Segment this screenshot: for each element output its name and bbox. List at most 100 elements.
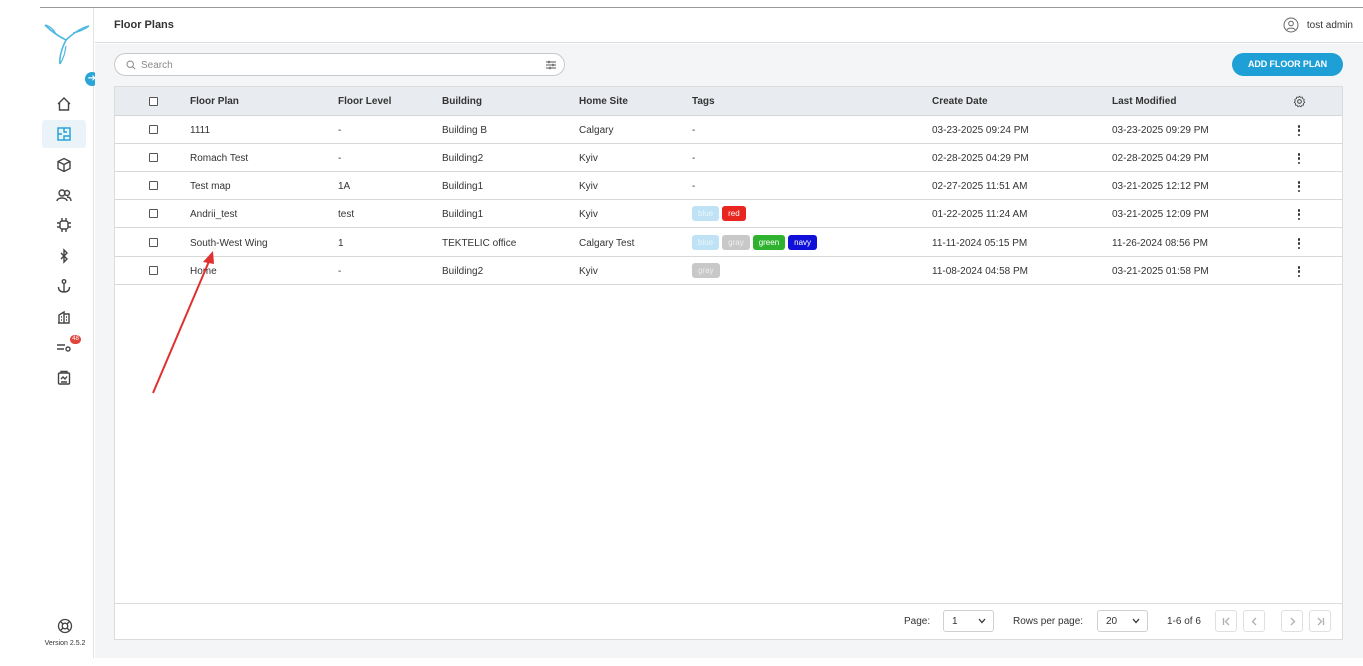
- cell-floor-plan[interactable]: Romach Test: [190, 153, 248, 164]
- tag-chip-gray: gray: [692, 263, 720, 278]
- search-input[interactable]: [141, 58, 521, 72]
- sidebar-item-devices[interactable]: [42, 151, 86, 179]
- next-page-button[interactable]: [1281, 610, 1303, 632]
- sidebar-item-floor-plans[interactable]: [42, 120, 86, 148]
- tag-chip-blue: blue: [692, 235, 720, 250]
- search-icon: [126, 60, 136, 70]
- select-all-checkbox[interactable]: [149, 97, 158, 106]
- last-page-button[interactable]: [1309, 610, 1331, 632]
- cell-last-modified: 03-21-2025 01:58 PM: [1112, 266, 1209, 277]
- cell-floor-level: -: [338, 153, 342, 164]
- version-label: Version 2.5.2: [44, 640, 86, 647]
- row-checkbox[interactable]: [149, 181, 158, 190]
- table-row[interactable]: 1111 - Building B Calgary - 03-23-2025 0…: [115, 116, 1342, 144]
- cell-floor-plan[interactable]: Test map: [190, 181, 231, 192]
- chevron-right-icon: [1290, 617, 1296, 626]
- cell-building: Building2: [442, 153, 484, 164]
- row-checkbox[interactable]: [149, 125, 158, 134]
- column-header-create-date[interactable]: Create Date: [932, 96, 988, 107]
- cell-tags: gray: [692, 263, 723, 278]
- main-content: ADD FLOOR PLAN Floor Plan Floor Level Bu…: [95, 44, 1363, 658]
- table-row[interactable]: Test map 1A Building1 Kyiv - 02-27-2025 …: [115, 172, 1342, 200]
- previous-page-button[interactable]: [1243, 610, 1265, 632]
- tag-chip-blue: blue: [692, 206, 720, 221]
- rows-per-page-select[interactable]: 20: [1097, 610, 1148, 632]
- cell-home-site: Kyiv: [579, 266, 598, 277]
- cell-last-modified: 02-28-2025 04:29 PM: [1112, 153, 1209, 164]
- table-row[interactable]: South-West Wing 1 TEKTELIC office Calgar…: [115, 229, 1342, 257]
- pagination-bar: Page: 1 Rows per page: 20 1-6 of 6: [115, 603, 1342, 639]
- user-avatar-icon: [1283, 17, 1299, 33]
- cell-floor-plan[interactable]: 1111: [190, 125, 210, 136]
- row-actions-kebab-icon[interactable]: [1297, 125, 1301, 139]
- cell-home-site: Calgary: [579, 125, 614, 136]
- filter-icon[interactable]: [545, 59, 557, 71]
- cell-floor-plan[interactable]: Home: [190, 266, 217, 277]
- row-actions-kebab-icon[interactable]: [1297, 181, 1301, 195]
- column-header-floor-plan[interactable]: Floor Plan: [190, 96, 239, 107]
- table-row[interactable]: Andrii_test test Building1 Kyiv blue red …: [115, 200, 1342, 228]
- chip-icon: [57, 218, 71, 232]
- cell-home-site: Kyiv: [579, 153, 598, 164]
- sidebar-item-buildings[interactable]: [42, 303, 86, 331]
- sidebar-item-bluetooth[interactable]: [42, 242, 86, 270]
- cell-tags: -: [692, 181, 696, 192]
- cell-building: Building2: [442, 266, 484, 277]
- search-box: [114, 53, 565, 76]
- sidebar-item-anchors[interactable]: [42, 272, 86, 300]
- cell-floor-level: 1A: [338, 181, 351, 192]
- sidebar-item-home[interactable]: [42, 90, 86, 118]
- column-header-last-modified[interactable]: Last Modified: [1112, 96, 1176, 107]
- sidebar-item-alerts[interactable]: 48: [42, 333, 86, 361]
- sidebar-item-reports[interactable]: [42, 364, 86, 392]
- row-actions-kebab-icon[interactable]: [1297, 153, 1301, 167]
- tag-chip-red: red: [722, 206, 746, 221]
- page-select-value: 1: [952, 616, 958, 627]
- cell-create-date: 11-08-2024 04:58 PM: [932, 266, 1028, 277]
- chevron-left-icon: [1251, 617, 1257, 626]
- table-row[interactable]: Home - Building2 Kyiv gray 11-08-2024 04…: [115, 257, 1342, 285]
- column-header-home-site[interactable]: Home Site: [579, 96, 628, 107]
- row-actions-kebab-icon[interactable]: [1297, 238, 1301, 252]
- row-checkbox[interactable]: [149, 209, 158, 218]
- first-page-button[interactable]: [1215, 610, 1237, 632]
- user-menu[interactable]: tost admin: [1283, 17, 1353, 33]
- cell-floor-plan[interactable]: Andrii_test: [190, 209, 237, 220]
- cell-floor-plan[interactable]: South-West Wing: [190, 238, 268, 249]
- cell-tags: blue red: [692, 206, 749, 221]
- cell-tags: -: [692, 153, 696, 164]
- app-root: ➔ 48 Version 2.5.2 Floor Plans tost admi…: [0, 0, 1363, 666]
- table-row[interactable]: Romach Test - Building2 Kyiv - 02-28-202…: [115, 144, 1342, 172]
- cell-create-date: 01-22-2025 11:24 AM: [932, 209, 1028, 220]
- floor-plans-table: Floor Plan Floor Level Building Home Sit…: [114, 86, 1343, 640]
- column-header-tags[interactable]: Tags: [692, 96, 715, 107]
- row-checkbox[interactable]: [149, 238, 158, 247]
- sidebar-item-users[interactable]: [42, 181, 86, 209]
- reports-icon: [57, 370, 71, 385]
- column-header-building[interactable]: Building: [442, 96, 482, 107]
- tag-chip-gray: gray: [722, 235, 750, 250]
- cell-create-date: 03-23-2025 09:24 PM: [932, 125, 1029, 136]
- cell-create-date: 11-11-2024 05:15 PM: [932, 238, 1028, 249]
- add-floor-plan-button[interactable]: ADD FLOOR PLAN: [1232, 53, 1343, 76]
- cell-tags: blue gray green navy: [692, 235, 820, 250]
- sidebar-item-gateways[interactable]: [42, 211, 86, 239]
- chevron-down-icon: [978, 618, 986, 624]
- table-header: Floor Plan Floor Level Building Home Sit…: [115, 87, 1342, 116]
- column-settings-gear-icon[interactable]: [1293, 95, 1306, 108]
- row-actions-kebab-icon[interactable]: [1297, 266, 1301, 280]
- page-select[interactable]: 1: [943, 610, 994, 632]
- rows-per-page-label: Rows per page:: [1013, 616, 1084, 627]
- help-icon[interactable]: [57, 618, 73, 634]
- last-page-icon: [1317, 617, 1325, 626]
- row-actions-kebab-icon[interactable]: [1297, 209, 1301, 223]
- cell-building: Building B: [442, 125, 488, 136]
- cell-last-modified: 11-26-2024 08:56 PM: [1112, 238, 1208, 249]
- row-checkbox[interactable]: [149, 153, 158, 162]
- column-header-floor-level[interactable]: Floor Level: [338, 96, 391, 107]
- row-checkbox[interactable]: [149, 266, 158, 275]
- page-range-text: 1-6 of 6: [1167, 616, 1201, 627]
- rows-per-page-value: 20: [1106, 616, 1118, 627]
- cell-create-date: 02-28-2025 04:29 PM: [932, 153, 1029, 164]
- cell-floor-level: -: [338, 125, 342, 136]
